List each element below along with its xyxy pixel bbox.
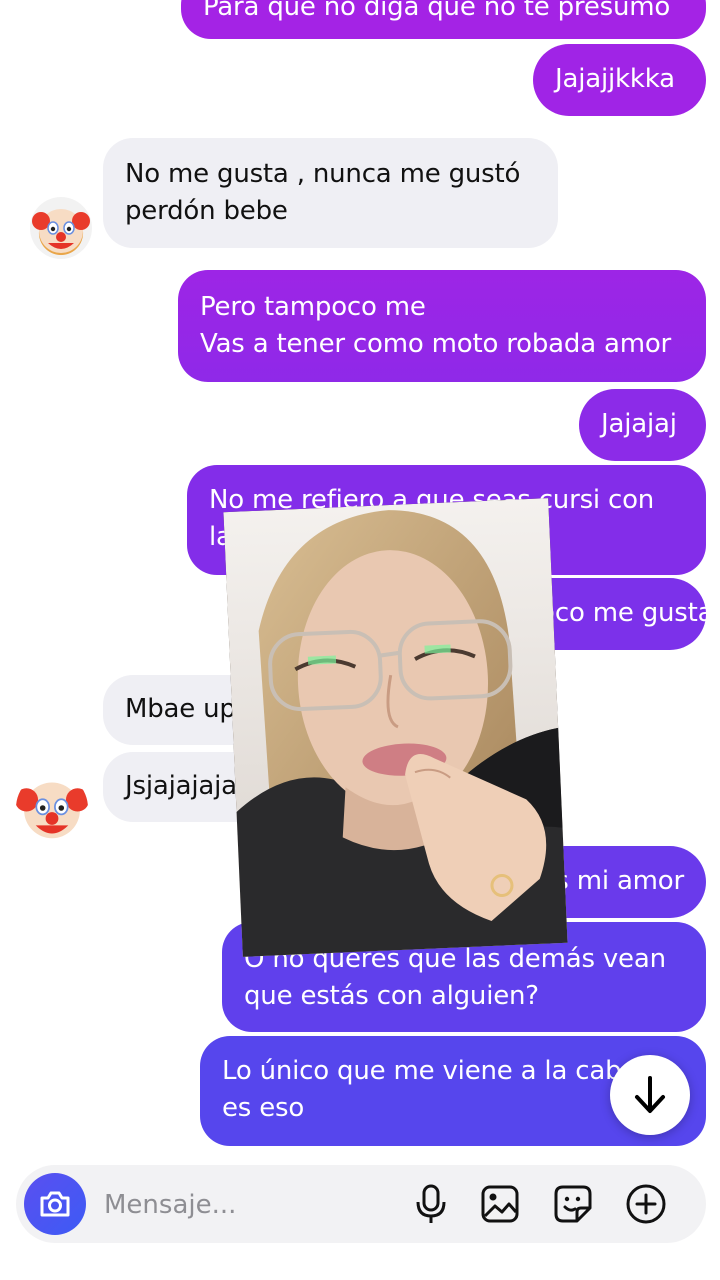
clown-face-emoji-icon — [16, 782, 88, 839]
sticker-button[interactable] — [551, 1182, 595, 1226]
plus-icon — [626, 1184, 666, 1224]
microphone-icon — [416, 1184, 446, 1223]
contact-avatar[interactable] — [30, 197, 92, 259]
message-text: No me gusta , nunca me gustó — [125, 159, 521, 189]
more-options-button[interactable] — [624, 1182, 668, 1226]
message-bubble-received[interactable]: No me gusta , nunca me gustó perdón bebe — [103, 138, 558, 248]
camera-icon — [40, 1191, 70, 1217]
message-bubble-sent[interactable]: Jajajaj — [579, 389, 706, 461]
microphone-button[interactable] — [409, 1182, 453, 1226]
message-text: Pero tampoco me — [200, 292, 426, 322]
clown-face-emoji-icon — [32, 209, 90, 253]
message-text: Para que no diga que no te presumo — [203, 0, 671, 22]
contact-avatar[interactable] — [16, 772, 88, 844]
gallery-button[interactable] — [478, 1182, 522, 1226]
message-text: Vas a tener como moto robada amor — [200, 329, 672, 359]
message-bubble-sent[interactable]: Para que no diga que no te presumo — [181, 0, 706, 39]
message-text: perdón bebe — [125, 196, 288, 226]
message-bubble-sent[interactable]: Jajajjkkka — [533, 44, 706, 116]
camera-button[interactable] — [24, 1173, 86, 1235]
arrow-down-icon — [635, 1076, 665, 1113]
message-bubble-sent[interactable]: Pero tampoco me Vas a tener como moto ro… — [178, 270, 706, 382]
reaction-video-overlay — [223, 498, 568, 957]
message-text: que estás con alguien? — [244, 981, 539, 1011]
sticker-icon — [554, 1185, 592, 1223]
message-text: Jajajaj — [601, 409, 677, 439]
person-video-frame — [223, 498, 568, 957]
message-composer — [16, 1165, 706, 1243]
gallery-icon — [481, 1185, 519, 1223]
scroll-to-bottom-button[interactable] — [610, 1055, 690, 1135]
message-input[interactable] — [102, 1183, 396, 1227]
message-text: Jajajjkkka — [555, 64, 675, 94]
